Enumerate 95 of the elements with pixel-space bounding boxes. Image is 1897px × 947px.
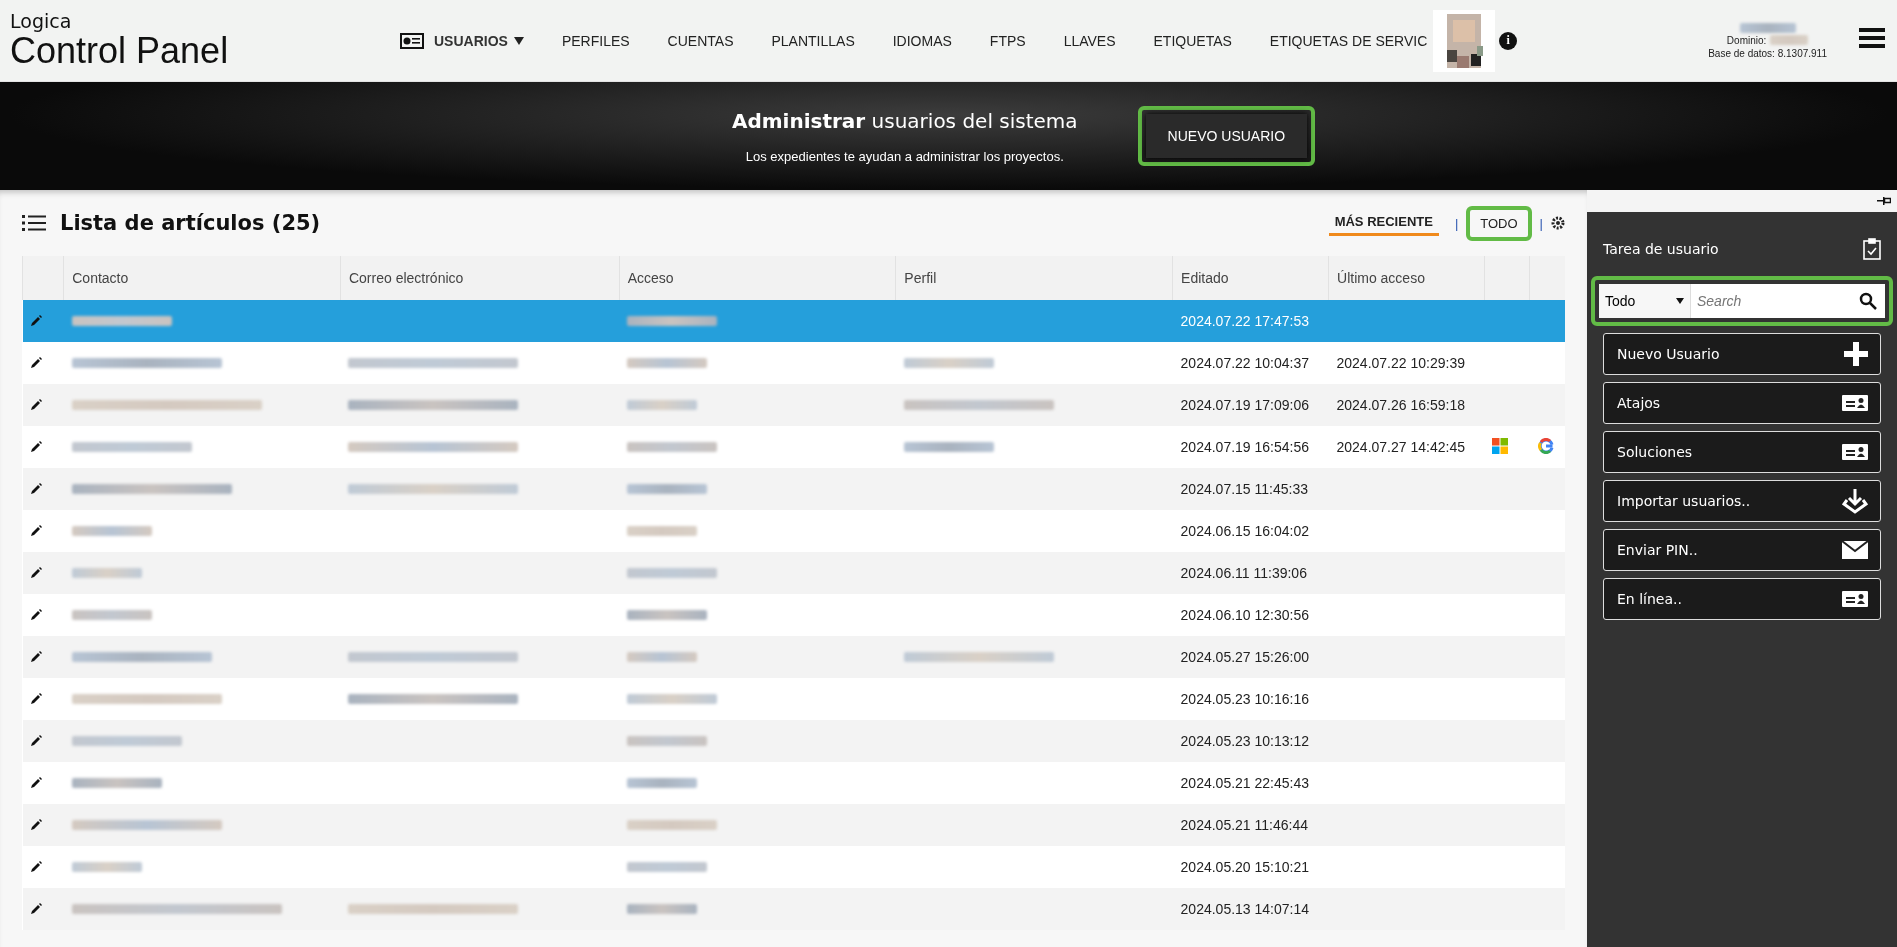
- table-cell: 2024.07.15 11:45:33: [1172, 468, 1329, 510]
- filter-tab[interactable]: MÁS RECIENTE: [1328, 210, 1439, 236]
- table-cell: 2024.07.22 10:04:37: [1172, 342, 1329, 384]
- separator: |: [1539, 215, 1543, 231]
- search-button[interactable]: [1859, 284, 1885, 318]
- brand-name: Logica: [10, 10, 72, 31]
- table-cell: 2024.07.26 16:59:18: [1336, 397, 1465, 413]
- contact-card-icon: [1842, 444, 1868, 460]
- edit-icon[interactable]: [30, 441, 42, 452]
- edit-icon[interactable]: [30, 315, 42, 326]
- table-cell: 2024.05.23 10:16:16: [1172, 678, 1329, 720]
- edit-icon[interactable]: [30, 693, 42, 704]
- table-cell: 2024.07.19 17:09:06: [1172, 384, 1329, 426]
- contact-card-icon: [1842, 395, 1868, 411]
- edit-icon[interactable]: [30, 357, 42, 368]
- blurred-text: [1739, 22, 1796, 33]
- blurred-text: [71, 862, 142, 872]
- table-cell: 2024.05.21 22:45:43: [1172, 762, 1329, 804]
- gear-icon[interactable]: [1551, 216, 1565, 230]
- column-header[interactable]: Correo electrónico: [340, 256, 620, 300]
- table-cell: 2024.06.15 16:04:02: [1172, 510, 1329, 552]
- blurred-text: [627, 526, 698, 536]
- table-cell: 2024.05.27 15:26:00: [1172, 636, 1329, 678]
- blurred-text: [627, 400, 698, 410]
- sidebar-action[interactable]: Enviar PIN..: [1603, 529, 1881, 571]
- filter-tab[interactable]: TODO: [1474, 211, 1524, 235]
- edit-icon[interactable]: [30, 651, 42, 662]
- nav-item[interactable]: ETIQUETAS: [1153, 32, 1232, 49]
- sidebar-title: Tarea de usuario: [1603, 241, 1719, 257]
- nav-item[interactable]: CUENTAS: [667, 32, 734, 49]
- separator: |: [1454, 215, 1459, 231]
- nav-item[interactable]: PERFILES: [561, 32, 630, 49]
- table-cell: 2024.07.22 17:47:53: [1172, 300, 1329, 342]
- table-cell: 2024.05.13 14:07:14: [1172, 888, 1329, 930]
- edit-icon[interactable]: [30, 567, 42, 578]
- nav-item[interactable]: IDIOMAS: [892, 32, 952, 49]
- sidebar-action[interactable]: Importar usuarios..: [1603, 480, 1881, 522]
- new-user-button[interactable]: NUEVO USUARIO: [1145, 114, 1308, 158]
- table-cell: 2024.05.21 11:46:44: [1172, 804, 1329, 846]
- caret-icon: [1676, 298, 1684, 304]
- column-header[interactable]: Editado: [1172, 256, 1329, 300]
- table-cell: 2024.05.23 10:13:12: [1172, 720, 1329, 762]
- search-icon: [1859, 292, 1877, 310]
- table-cell: 2024.06.11 11:39:06: [1172, 552, 1329, 594]
- sidebar-action[interactable]: Atajos: [1603, 382, 1881, 424]
- edit-icon[interactable]: [30, 819, 42, 830]
- nav-item[interactable]: FTPS: [989, 32, 1026, 49]
- edit-icon[interactable]: [30, 399, 42, 410]
- menu-icon[interactable]: [1859, 28, 1885, 48]
- sidebar-action[interactable]: Nuevo Usuario: [1603, 333, 1881, 375]
- banner-subtitle: Los expedientes te ayudan a administrar los proyectos.: [745, 148, 1064, 164]
- edit-icon[interactable]: [30, 861, 42, 872]
- edit-icon[interactable]: [30, 735, 42, 746]
- plus-icon: [1844, 342, 1868, 366]
- scope-dropdown[interactable]: Todo: [1599, 284, 1691, 318]
- blurred-text: [1770, 35, 1809, 45]
- list-icon: [22, 214, 46, 232]
- edit-icon[interactable]: [30, 609, 42, 620]
- edit-icon[interactable]: [30, 483, 42, 494]
- info-icon[interactable]: i: [1499, 31, 1518, 50]
- microsoft-icon: [1492, 437, 1509, 454]
- column-header[interactable]: Acceso: [619, 256, 896, 300]
- blurred-text: [627, 778, 698, 788]
- blurred-text: [71, 568, 142, 578]
- table-cell: 2024.06.10 12:30:56: [1172, 594, 1329, 636]
- id-card-icon[interactable]: [400, 32, 424, 49]
- download-icon: [1842, 488, 1868, 514]
- mail-icon: [1842, 541, 1868, 559]
- edit-icon[interactable]: [30, 777, 42, 788]
- column-header[interactable]: Último acceso: [1328, 256, 1485, 300]
- edit-icon[interactable]: [30, 903, 42, 914]
- column-header[interactable]: Perfil: [895, 256, 1173, 300]
- banner-title: Administrar usuarios del sistema: [731, 108, 1078, 133]
- clipboard-icon: [1863, 238, 1881, 260]
- nav-item[interactable]: ETIQUETAS DE SERVIC: [1269, 32, 1428, 49]
- nav-item[interactable]: USUARIOS: [434, 32, 524, 49]
- domain-label: Dominio:: [1726, 34, 1767, 46]
- search-field[interactable]: Search: [1691, 284, 1859, 318]
- list-title: Lista de artículos (25): [60, 211, 321, 235]
- sidebar-action[interactable]: Soluciones: [1603, 431, 1881, 473]
- pin-icon[interactable]: [1877, 196, 1891, 206]
- google-icon: [1537, 437, 1554, 454]
- table-cell: 2024.05.20 15:10:21: [1172, 846, 1329, 888]
- blurred-text: [627, 904, 698, 914]
- nav-item[interactable]: LLAVES: [1063, 32, 1116, 49]
- contact-card-icon: [1842, 591, 1868, 607]
- database-label: Base de datos: 8.1307.911: [1708, 47, 1827, 59]
- table-cell: 2024.07.27 14:42:45: [1336, 439, 1465, 455]
- blurred-text: [627, 652, 698, 662]
- table-cell: 2024.07.19 16:54:56: [1172, 426, 1329, 468]
- column-header[interactable]: Contacto: [63, 256, 341, 300]
- sidebar-action[interactable]: En línea..: [1603, 578, 1881, 620]
- table-cell: 2024.07.22 10:29:39: [1336, 355, 1465, 371]
- nav-item[interactable]: PLANTILLAS: [771, 32, 855, 49]
- edit-icon[interactable]: [30, 525, 42, 536]
